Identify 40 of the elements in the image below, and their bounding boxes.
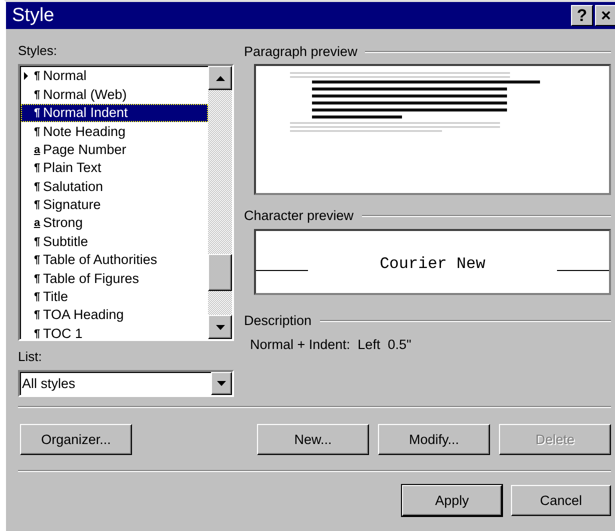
style-item[interactable]: ¶ Table of Authorities: [21, 251, 208, 270]
style-item[interactable]: ¶ Salutation: [21, 178, 208, 196]
style-item[interactable]: ¶ Plain Text: [21, 159, 208, 178]
styles-list[interactable]: ¶ Normal ¶ Normal (Web) ¶ Normal Indent ¶ Note Heading a Page Number ¶ Plain Text ¶ Salutation ¶ Signature a Strong ¶ Subtitle ¶ Table of Authorities ¶ Table of Figures ¶ Title ¶ TOA Heading ¶ TOC 1: [18, 64, 234, 342]
style-item[interactable]: ¶ TOA Heading: [21, 306, 208, 325]
close-button[interactable]: ×: [595, 5, 615, 26]
down-arrow-icon: [217, 381, 226, 386]
style-item[interactable]: ¶ Title: [21, 288, 208, 306]
scrollbar[interactable]: [208, 66, 232, 340]
description-text: Normal + Indent: Left 0.5": [250, 337, 412, 352]
style-item[interactable]: ¶ Signature: [21, 196, 208, 214]
style-item[interactable]: ¶ Normal (Web): [21, 86, 208, 104]
styles-label: Styles:: [18, 43, 58, 60]
dialog-button[interactable]: New...: [257, 424, 369, 455]
window-title: Style: [12, 4, 54, 27]
scroll-thumb[interactable]: [208, 254, 232, 292]
dialog-button[interactable]: Cancel: [511, 485, 611, 516]
paragraph-preview-label: Paragraph preview: [244, 44, 358, 60]
style-item[interactable]: ¶ Note Heading: [21, 122, 208, 141]
style-item[interactable]: ¶ Table of Figures: [21, 269, 208, 288]
character-preview-label: Character preview: [244, 208, 354, 224]
style-item[interactable]: ¶ Normal: [21, 67, 208, 86]
down-arrow-icon: [216, 324, 224, 330]
description-label: Description: [244, 313, 312, 328]
style-item[interactable]: a Page Number: [21, 140, 208, 160]
dialog-button[interactable]: Organizer...: [20, 424, 132, 455]
style-item[interactable]: a Strong: [21, 214, 208, 233]
scroll-down-button[interactable]: [208, 315, 232, 340]
help-button[interactable]: ?: [571, 5, 593, 26]
dropdown-arrow-button[interactable]: [211, 372, 232, 396]
list-label: List:: [18, 349, 43, 366]
dialog-button[interactable]: Modify...: [378, 424, 490, 455]
up-arrow-icon: [216, 76, 224, 81]
style-item[interactable]: ¶ TOC 1: [21, 324, 208, 340]
list-dropdown[interactable]: All styles: [18, 370, 234, 398]
style-item[interactable]: ¶ Normal Indent: [21, 104, 208, 122]
scroll-up-button[interactable]: [208, 66, 232, 90]
preview-text: Courier New: [378, 255, 486, 274]
dialog-button[interactable]: Apply: [402, 485, 502, 516]
style-item[interactable]: ¶ Subtitle: [21, 232, 208, 252]
